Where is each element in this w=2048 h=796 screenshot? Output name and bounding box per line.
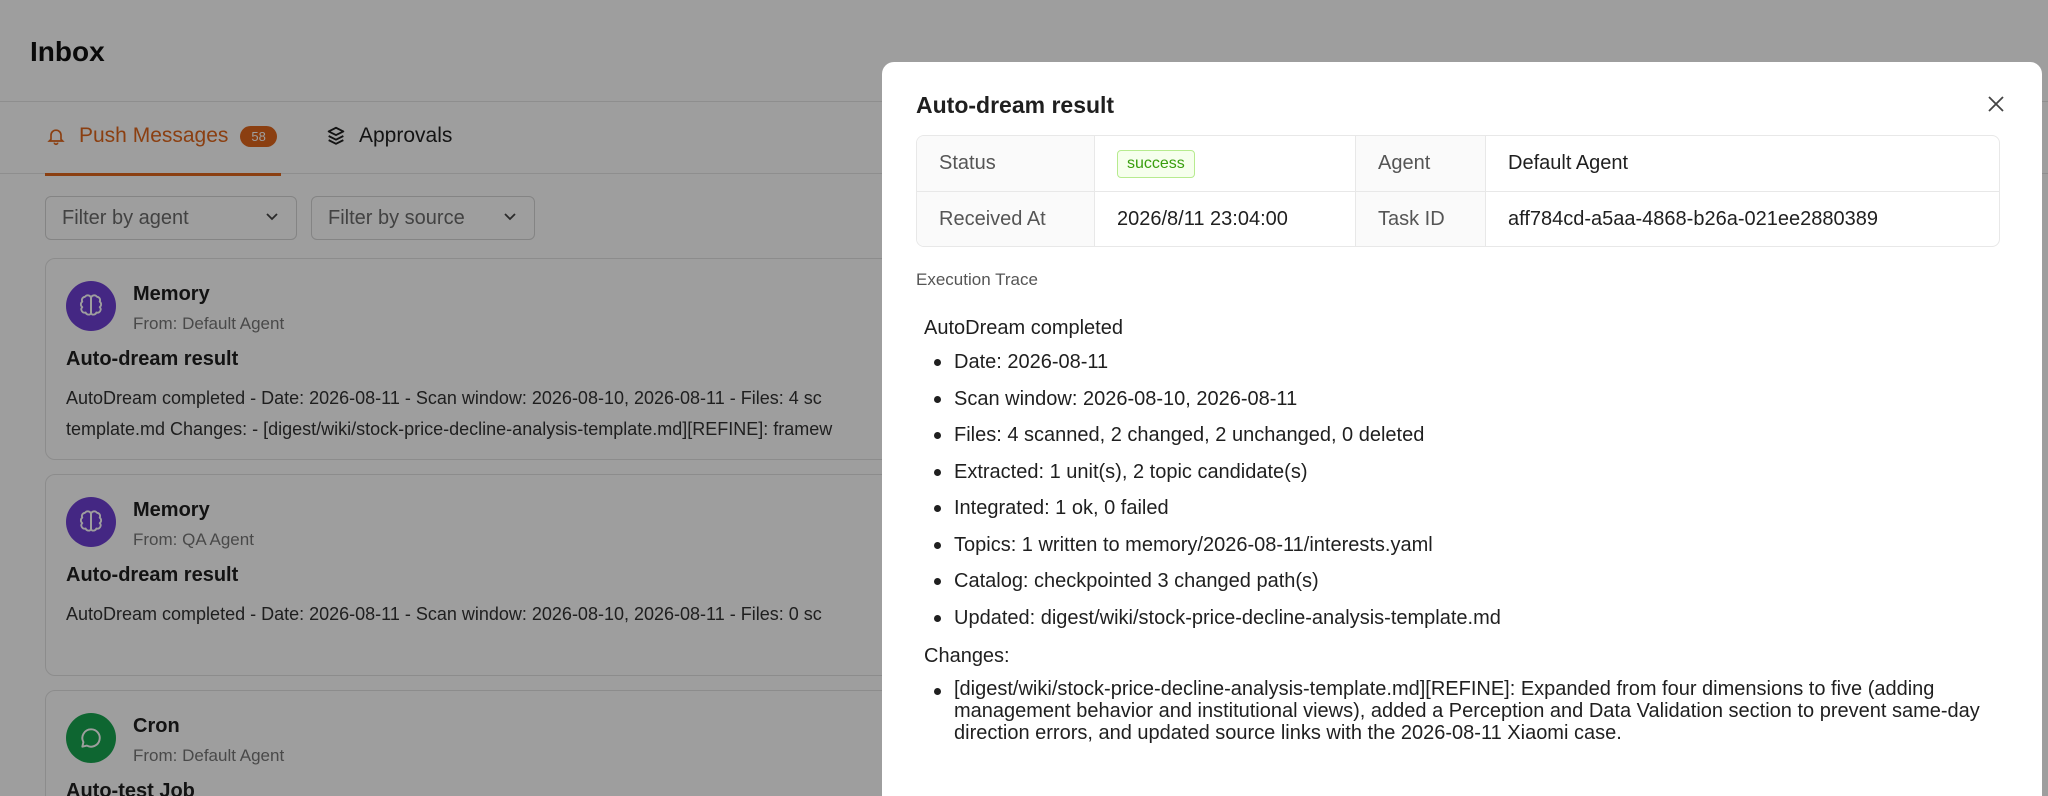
trace-heading: AutoDream completed [924,317,1123,339]
trace-item: Extracted: 1 unit(s), 2 topic candidate(… [934,459,2004,485]
change-item: [digest/wiki/stock-price-decline-analysi… [934,678,2004,744]
received-at-label: Received At [917,192,1095,246]
trace-item: Topics: 1 written to memory/2026-08-11/i… [934,532,2004,558]
execution-trace: AutoDream completed Date: 2026-08-11 Sca… [924,317,2004,744]
close-button[interactable] [1982,90,2010,118]
info-row: Status success Agent Default Agent [917,136,1999,191]
task-id-value: aff784cd-a5aa-4868-b26a-021ee2880389 [1508,207,1878,230]
close-icon [1988,96,2004,112]
status-label: Status [917,136,1095,191]
trace-item: Files: 4 scanned, 2 changed, 2 unchanged… [934,422,2004,448]
trace-item: Integrated: 1 ok, 0 failed [934,495,2004,521]
trace-item: Catalog: checkpointed 3 changed path(s) [934,568,2004,594]
status-cell: success [1095,136,1356,191]
agent-label: Agent [1356,136,1486,191]
changes-list: [digest/wiki/stock-price-decline-analysi… [924,678,2004,744]
trace-list: Date: 2026-08-11 Scan window: 2026-08-10… [924,349,2004,631]
execution-trace-label: Execution Trace [916,270,1038,289]
changes-heading: Changes: [924,644,1010,667]
status-badge: success [1117,149,1195,178]
modal-title: Auto-dream result [916,92,1115,118]
info-row: Received At 2026/8/11 23:04:00 Task ID a… [917,191,1999,246]
task-id-label: Task ID [1356,192,1486,246]
agent-value: Default Agent [1508,152,1629,174]
trace-item: Scan window: 2026-08-10, 2026-08-11 [934,386,2004,412]
message-info-table: Status success Agent Default Agent Recei… [916,135,2000,247]
trace-item: Date: 2026-08-11 [934,349,2004,375]
trace-item: Updated: digest/wiki/stock-price-decline… [934,605,2004,631]
received-at-value: 2026/8/11 23:04:00 [1095,192,1356,246]
message-detail-modal: Auto-dream result Status success Agent D… [882,62,2042,796]
